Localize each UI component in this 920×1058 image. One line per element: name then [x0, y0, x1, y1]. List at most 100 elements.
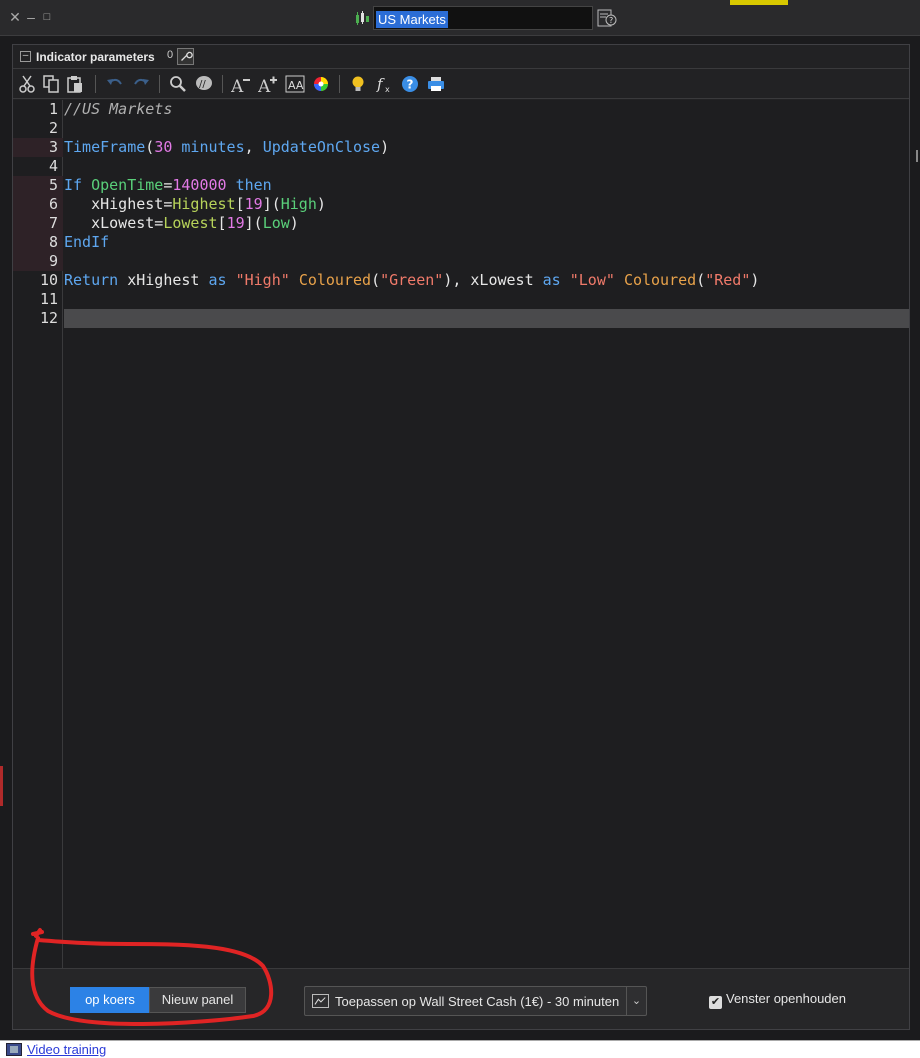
svg-text:?: ? — [609, 16, 613, 25]
current-line-highlight — [64, 309, 909, 328]
code-line-8: EndIf — [64, 233, 109, 252]
code-token: ) — [750, 271, 760, 289]
lightbulb-icon[interactable] — [348, 75, 368, 93]
color-wheel-icon[interactable] — [311, 75, 331, 93]
wrench-icon[interactable] — [177, 48, 194, 65]
video-training-link[interactable]: Video training — [27, 1042, 106, 1057]
keep-open-label: Venster openhouden — [726, 991, 846, 1006]
indicator-editor-panel: – Indicator parameters 0 // A A AA fx ? … — [12, 44, 910, 1030]
line-number: 2 — [48, 119, 58, 137]
code-token: High — [280, 195, 317, 213]
panel-header: – Indicator parameters 0 — [13, 45, 909, 69]
code-line-7: xLowest=Lowest[19](Low) — [64, 214, 299, 233]
parameter-count: 0 — [167, 49, 174, 61]
line-number: 10 — [39, 271, 58, 289]
film-icon — [6, 1043, 22, 1056]
code-token: , — [244, 138, 263, 156]
apply-dropdown[interactable]: Toepassen op Wall Street Cash (1€) - 30 … — [304, 986, 647, 1016]
code-token: Low — [262, 214, 290, 232]
code-token: ) — [289, 214, 299, 232]
minimize-icon[interactable]: – — [24, 10, 38, 24]
line-number: 12 — [39, 309, 58, 327]
search-icon[interactable] — [168, 75, 188, 93]
svg-text:x: x — [385, 85, 390, 93]
line-gutter: 1 2 3 4 5 6 7 8 9 10 11 12 — [13, 100, 63, 968]
close-icon[interactable]: ✕ — [8, 10, 22, 24]
keep-window-open-option[interactable]: ✔ Venster openhouden — [709, 991, 846, 1009]
svg-text:?: ? — [407, 78, 414, 92]
code-token: ( — [696, 271, 706, 289]
code-token: "High" — [235, 271, 290, 289]
toolbar-separator — [159, 75, 160, 93]
line-number: 8 — [48, 233, 58, 251]
help-icon[interactable]: ? — [400, 75, 420, 93]
line-number: 1 — [48, 100, 58, 118]
indicator-name-text: US Markets — [376, 11, 448, 28]
collapse-icon[interactable]: – — [20, 51, 31, 62]
undo-icon[interactable] — [105, 75, 125, 93]
price-marker — [730, 0, 788, 5]
keep-open-checkbox[interactable]: ✔ — [709, 996, 722, 1009]
code-token: Lowest — [163, 214, 218, 232]
edge-marker — [916, 150, 918, 162]
font-style-icon[interactable]: AA — [285, 75, 305, 93]
print-icon[interactable] — [426, 75, 446, 93]
toolbar-separator — [222, 75, 223, 93]
edge-marker — [0, 766, 3, 806]
code-token: ) — [316, 195, 326, 213]
redo-icon[interactable] — [131, 75, 151, 93]
code-token: xLowest= — [64, 214, 164, 232]
new-panel-button[interactable]: Nieuw panel — [149, 987, 246, 1013]
code-token: Coloured — [623, 271, 697, 289]
code-token: Highest — [172, 195, 236, 213]
code-token: //US Markets — [64, 100, 173, 118]
candlestick-icon — [356, 11, 369, 25]
code-token: 19 — [244, 195, 263, 213]
paste-icon[interactable] — [65, 75, 85, 93]
font-increase-icon[interactable]: A — [257, 75, 278, 97]
maximize-icon[interactable]: □ — [40, 10, 54, 24]
cut-icon[interactable] — [17, 75, 37, 93]
code-token: OpenTime — [91, 176, 164, 194]
svg-text:f: f — [376, 75, 385, 93]
code-token: Return — [64, 271, 119, 289]
code-line-10: Return xHighest as "High" Coloured("Gree… — [64, 271, 759, 290]
code-token: ), xLowest — [443, 271, 543, 289]
line-number: 5 — [48, 176, 58, 194]
font-decrease-icon[interactable]: A — [230, 75, 251, 97]
code-token: UpdateOnClose — [262, 138, 381, 156]
document-help-icon[interactable]: ? — [597, 9, 617, 27]
chevron-down-icon[interactable]: ⌄ — [626, 987, 646, 1015]
code-token: as — [542, 271, 561, 289]
line-number: 6 — [48, 195, 58, 213]
code-line-6: xHighest=Highest[19](High) — [64, 195, 326, 214]
code-token: minutes — [172, 138, 245, 156]
code-line-5: If OpenTime=140000 then — [64, 176, 272, 195]
toolbar-separator — [95, 75, 96, 93]
chart-line-icon — [312, 994, 329, 1008]
code-token: [ — [235, 195, 245, 213]
code-token: 19 — [226, 214, 245, 232]
code-token: "Red" — [705, 271, 751, 289]
code-token: 30 — [154, 138, 173, 156]
copy-icon[interactable] — [41, 75, 61, 93]
toolbar-separator — [339, 75, 340, 93]
line-number: 11 — [39, 290, 58, 308]
code-token: ) — [380, 138, 390, 156]
code-token: then — [226, 176, 272, 194]
indicator-name-input[interactable]: US Markets — [373, 6, 593, 30]
panel-title: Indicator parameters — [36, 50, 155, 64]
line-number: 4 — [48, 157, 58, 175]
code-token: ( — [145, 138, 155, 156]
line-number: 3 — [48, 138, 58, 156]
code-token: EndIf — [64, 233, 110, 251]
function-icon[interactable]: fx — [374, 75, 394, 94]
comment-icon[interactable]: // — [194, 75, 214, 93]
code-editor[interactable]: 1 2 3 4 5 6 7 8 9 10 11 12 //US Markets … — [13, 100, 909, 968]
svg-text://: // — [199, 79, 206, 90]
on-price-button[interactable]: op koers — [70, 987, 150, 1013]
